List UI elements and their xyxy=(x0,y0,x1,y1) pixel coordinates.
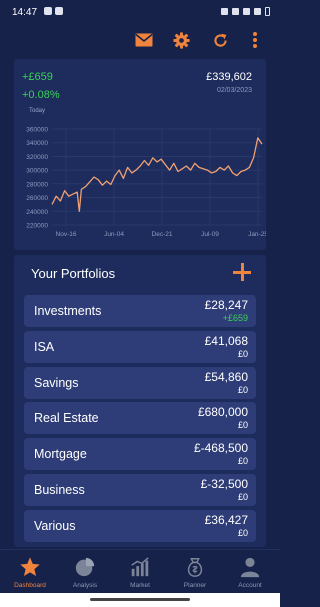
x-tick-label: Dec-21 xyxy=(152,231,173,238)
y-tick-label: 280000 xyxy=(26,181,48,188)
refresh-icon[interactable] xyxy=(209,29,231,51)
bottom-nav: Dashboard Analysis Market Planner Accoun… xyxy=(0,549,280,593)
portfolio-value: £-468,500 xyxy=(193,441,248,456)
portfolio-value: £54,860 xyxy=(204,369,248,384)
status-bar: 14:47 xyxy=(0,0,280,26)
valuation-date: 02/03/2023 xyxy=(216,87,252,94)
net-worth-card: +£659 +0.08% Today £339,602 02/03/2023 2… xyxy=(14,59,266,250)
image-icon xyxy=(55,7,63,15)
system-icons xyxy=(221,7,270,16)
daily-change-percent: +0.08% xyxy=(22,89,60,101)
notification-icons xyxy=(44,7,63,15)
portfolio-row-investments[interactable]: Investments £28,247 +£659 xyxy=(24,295,256,327)
x-tick-label: Nov-16 xyxy=(56,231,77,238)
portfolio-row-business[interactable]: Business £-32,500 £0 xyxy=(24,473,256,506)
portfolio-change: £0 xyxy=(237,527,248,538)
total-net-worth: £339,602 xyxy=(206,71,252,83)
portfolio-list: Investments £28,247 +£659 ISA £41,068 £0… xyxy=(24,295,256,546)
user-icon xyxy=(240,557,260,578)
portfolio-row-real-estate[interactable]: Real Estate £680,000 £0 xyxy=(24,402,256,435)
portfolio-row-various[interactable]: Various £36,427 £0 xyxy=(24,509,256,542)
wifi-icon xyxy=(243,8,250,15)
nav-label: Market xyxy=(130,582,150,589)
y-tick-label: 260000 xyxy=(26,195,48,202)
portfolio-value: £680,000 xyxy=(197,405,248,420)
nav-account[interactable]: Account xyxy=(222,554,278,594)
more-vertical-icon[interactable] xyxy=(244,29,266,51)
portfolio-change: +£659 xyxy=(222,313,248,323)
portfolio-name: Mortgage xyxy=(34,447,87,462)
portfolio-value: £36,427 xyxy=(204,512,248,527)
portfolio-value: £28,247 xyxy=(204,298,248,312)
portfolio-name: Real Estate xyxy=(34,411,99,426)
system-home-bar xyxy=(0,593,280,607)
y-tick-label: 320000 xyxy=(26,154,48,161)
portfolio-name: ISA xyxy=(34,339,55,354)
signal-icon xyxy=(254,8,261,15)
x-tick-label: Jul-09 xyxy=(201,231,219,238)
portfolio-value: £41,068 xyxy=(204,333,248,348)
y-tick-label: 300000 xyxy=(26,168,48,175)
portfolios-title: Your Portfolios xyxy=(31,266,116,281)
portfolio-name: Savings xyxy=(34,375,79,390)
gear-icon[interactable] xyxy=(170,29,192,51)
portfolio-row-isa[interactable]: ISA £41,068 £0 xyxy=(24,330,256,363)
add-portfolio-button[interactable] xyxy=(232,262,252,282)
portfolio-row-mortgage[interactable]: Mortgage £-468,500 £0 xyxy=(24,438,256,471)
nav-label: Dashboard xyxy=(14,582,46,589)
y-tick-label: 360000 xyxy=(26,127,48,134)
nav-market[interactable]: Market xyxy=(112,554,168,594)
nav-label: Account xyxy=(238,582,262,589)
mail-icon[interactable] xyxy=(133,29,155,51)
x-tick-label: Jan-25 xyxy=(248,231,266,238)
home-indicator[interactable] xyxy=(90,598,190,601)
portfolios-card: Your Portfolios Investments £28,247 +£65… xyxy=(14,255,266,547)
portfolio-name: Various xyxy=(34,518,76,533)
portfolio-name: Business xyxy=(34,482,85,497)
portfolio-change: £0 xyxy=(237,420,248,431)
portfolio-change: £0 xyxy=(237,456,248,467)
star-icon xyxy=(20,557,40,576)
mute-icon xyxy=(232,8,239,15)
y-tick-label: 220000 xyxy=(26,223,48,230)
daily-change-amount: +£659 xyxy=(22,71,53,83)
status-time: 14:47 xyxy=(12,7,38,18)
portfolio-change: £0 xyxy=(237,491,248,502)
portfolio-value: £-32,500 xyxy=(200,476,248,491)
portfolio-change: £0 xyxy=(237,384,248,395)
nav-label: Analysis xyxy=(72,582,98,589)
nav-planner[interactable]: Planner xyxy=(167,554,223,594)
pie-chart-icon xyxy=(75,557,95,577)
portfolio-row-savings[interactable]: Savings £54,860 £0 xyxy=(24,366,256,399)
net-worth-line-chart[interactable]: 220000 240000 260000 280000 300000 320000 3400… xyxy=(14,121,266,249)
bar-chart-icon xyxy=(131,557,149,577)
chat-icon xyxy=(44,7,52,15)
net-worth-series-line xyxy=(51,137,263,212)
period-label: Today xyxy=(29,108,46,114)
nav-label: Planner xyxy=(183,582,207,589)
battery-icon xyxy=(265,7,270,16)
portfolio-name: Investments xyxy=(34,304,102,318)
x-tick-label: Jun-04 xyxy=(104,231,124,238)
y-tick-label: 240000 xyxy=(26,209,48,216)
y-tick-label: 340000 xyxy=(26,140,48,147)
portfolio-change: £0 xyxy=(237,348,248,359)
money-bag-icon xyxy=(187,558,203,577)
nav-analysis[interactable]: Analysis xyxy=(57,554,113,594)
top-toolbar xyxy=(0,26,280,54)
nav-dashboard[interactable]: Dashboard xyxy=(2,554,58,594)
alarm-icon xyxy=(221,8,228,15)
